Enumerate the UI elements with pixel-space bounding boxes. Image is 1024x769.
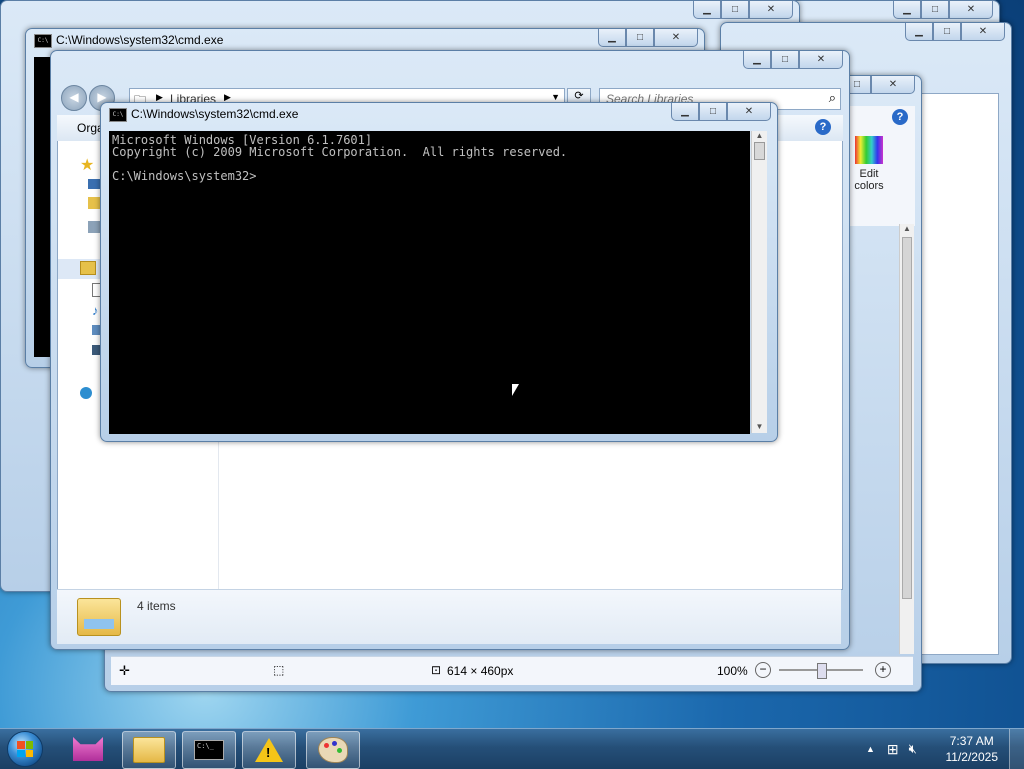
minimize-button[interactable]: ▁	[693, 1, 721, 19]
desktop: ▁□✕ ▁□✕ ▁□✕ ▁□✕ Edit colors ? ▲ ✛ ⬚ ⊡ 61…	[0, 0, 1024, 728]
close-button[interactable]: ✕	[949, 1, 993, 19]
start-button[interactable]	[4, 729, 46, 769]
taskbar-warning-button[interactable]: !	[242, 731, 296, 769]
paint-palette-icon	[318, 737, 348, 763]
search-icon: ⌕	[828, 90, 836, 105]
nav-item-icon[interactable]	[88, 221, 100, 233]
zoom-level: 100%	[717, 664, 748, 678]
cmd-icon: C:\_	[194, 740, 224, 760]
help-icon[interactable]: ?	[815, 119, 831, 135]
windows-logo-icon	[7, 731, 43, 767]
edit-colors-icon	[855, 136, 883, 164]
mouse-cursor-icon	[512, 384, 519, 396]
volume-muted-icon[interactable]: 🔇︎	[909, 741, 917, 757]
window-title: C:\Windows\system32\cmd.exe	[131, 107, 299, 121]
paint-status-bar: ✛ ⬚ ⊡ 614 × 460px 100% − +	[111, 656, 913, 685]
music-icon[interactable]: ♪	[92, 303, 99, 318]
network-icon[interactable]: ⊞	[887, 741, 899, 758]
console-output[interactable]: Microsoft Windows [Version 6.1.7601] Copy…	[109, 131, 750, 434]
minimize-button[interactable]: ▁	[905, 23, 933, 41]
details-pane: 4 items	[57, 589, 841, 644]
maximize-button[interactable]: □	[921, 1, 949, 19]
canvas-dimensions: 614 × 460px	[447, 664, 514, 678]
close-button[interactable]: ✕	[799, 51, 843, 69]
help-icon[interactable]: ?	[892, 109, 908, 125]
network-icon[interactable]	[80, 387, 92, 399]
paint-vertical-scrollbar[interactable]: ▲	[899, 224, 914, 654]
canvas-size-icon: ⊡	[431, 663, 442, 677]
maximize-button[interactable]: □	[933, 23, 961, 41]
warning-icon: !	[255, 738, 283, 762]
taskbar-app-cat-icon[interactable]	[62, 731, 114, 767]
scroll-up-arrow[interactable]: ▲	[900, 224, 914, 233]
taskbar: C:\_ ! ▲ ⊞ 🔇︎ 7:37 AM 11/2/2025	[0, 728, 1024, 769]
edit-colors-button[interactable]: Edit colors	[849, 136, 889, 192]
close-button[interactable]: ✕	[749, 1, 793, 19]
zoom-in-button[interactable]: +	[875, 662, 891, 678]
scroll-down-arrow[interactable]: ▼	[752, 422, 767, 431]
scroll-up-arrow[interactable]: ▲	[752, 131, 767, 140]
clock-time: 7:37 AM	[949, 734, 994, 748]
selection-size-icon: ⬚	[273, 663, 285, 677]
address-dropdown-icon[interactable]: ▼	[551, 92, 560, 102]
taskbar-paint-button[interactable]	[306, 731, 360, 769]
show-hidden-icons-button[interactable]: ▲	[866, 744, 875, 754]
taskbar-explorer-button[interactable]	[122, 731, 176, 769]
edit-colors-label: Edit colors	[854, 168, 884, 192]
favorites-star-icon[interactable]: ★	[80, 155, 94, 175]
item-count: 4 items	[137, 599, 176, 613]
show-desktop-button[interactable]	[1009, 729, 1024, 769]
scroll-thumb[interactable]	[902, 237, 912, 599]
close-button[interactable]: ✕	[727, 103, 771, 121]
close-button[interactable]: ✕	[654, 29, 698, 47]
maximize-button[interactable]: □	[771, 51, 799, 69]
system-clock[interactable]: 7:37 AM 11/2/2025	[946, 733, 999, 765]
folder-icon	[133, 737, 165, 763]
back-button[interactable]: ◀	[61, 85, 87, 111]
nav-item-icon[interactable]	[88, 197, 100, 209]
close-button[interactable]: ✕	[871, 76, 915, 94]
minimize-button[interactable]: ▁	[893, 1, 921, 19]
notification-area: ▲ ⊞ 🔇︎	[866, 729, 917, 769]
cmd-window[interactable]: C:\ C:\Windows\system32\cmd.exe ▁ □ ✕ Micr…	[100, 102, 778, 442]
cmd-icon: C:\	[109, 108, 127, 122]
cursor-position-icon: ✛	[119, 663, 130, 678]
folder-icon	[77, 598, 121, 636]
maximize-button[interactable]: □	[626, 29, 654, 47]
zoom-slider-thumb[interactable]	[817, 663, 827, 679]
minimize-button[interactable]: ▁	[598, 29, 626, 47]
scroll-thumb[interactable]	[754, 142, 765, 160]
zoom-out-button[interactable]: −	[755, 662, 771, 678]
minimize-button[interactable]: ▁	[671, 103, 699, 121]
close-button[interactable]: ✕	[961, 23, 1005, 41]
zoom-slider[interactable]	[779, 663, 863, 679]
nav-item-icon[interactable]	[88, 179, 100, 189]
maximize-button[interactable]: □	[721, 1, 749, 19]
cmd-icon: C:\	[34, 34, 52, 48]
maximize-button[interactable]: □	[699, 103, 727, 121]
console-prompt: C:\Windows\system32>	[112, 169, 257, 183]
clock-date: 11/2/2025	[945, 750, 999, 764]
minimize-button[interactable]: ▁	[743, 51, 771, 69]
console-vertical-scrollbar[interactable]: ▲ ▼	[751, 131, 767, 433]
window-title: C:\Windows\system32\cmd.exe	[56, 33, 224, 47]
console-line: Copyright (c) 2009 Microsoft Corporation…	[112, 145, 568, 159]
taskbar-cmd-button[interactable]: C:\_	[182, 731, 236, 769]
libraries-icon	[80, 261, 96, 275]
